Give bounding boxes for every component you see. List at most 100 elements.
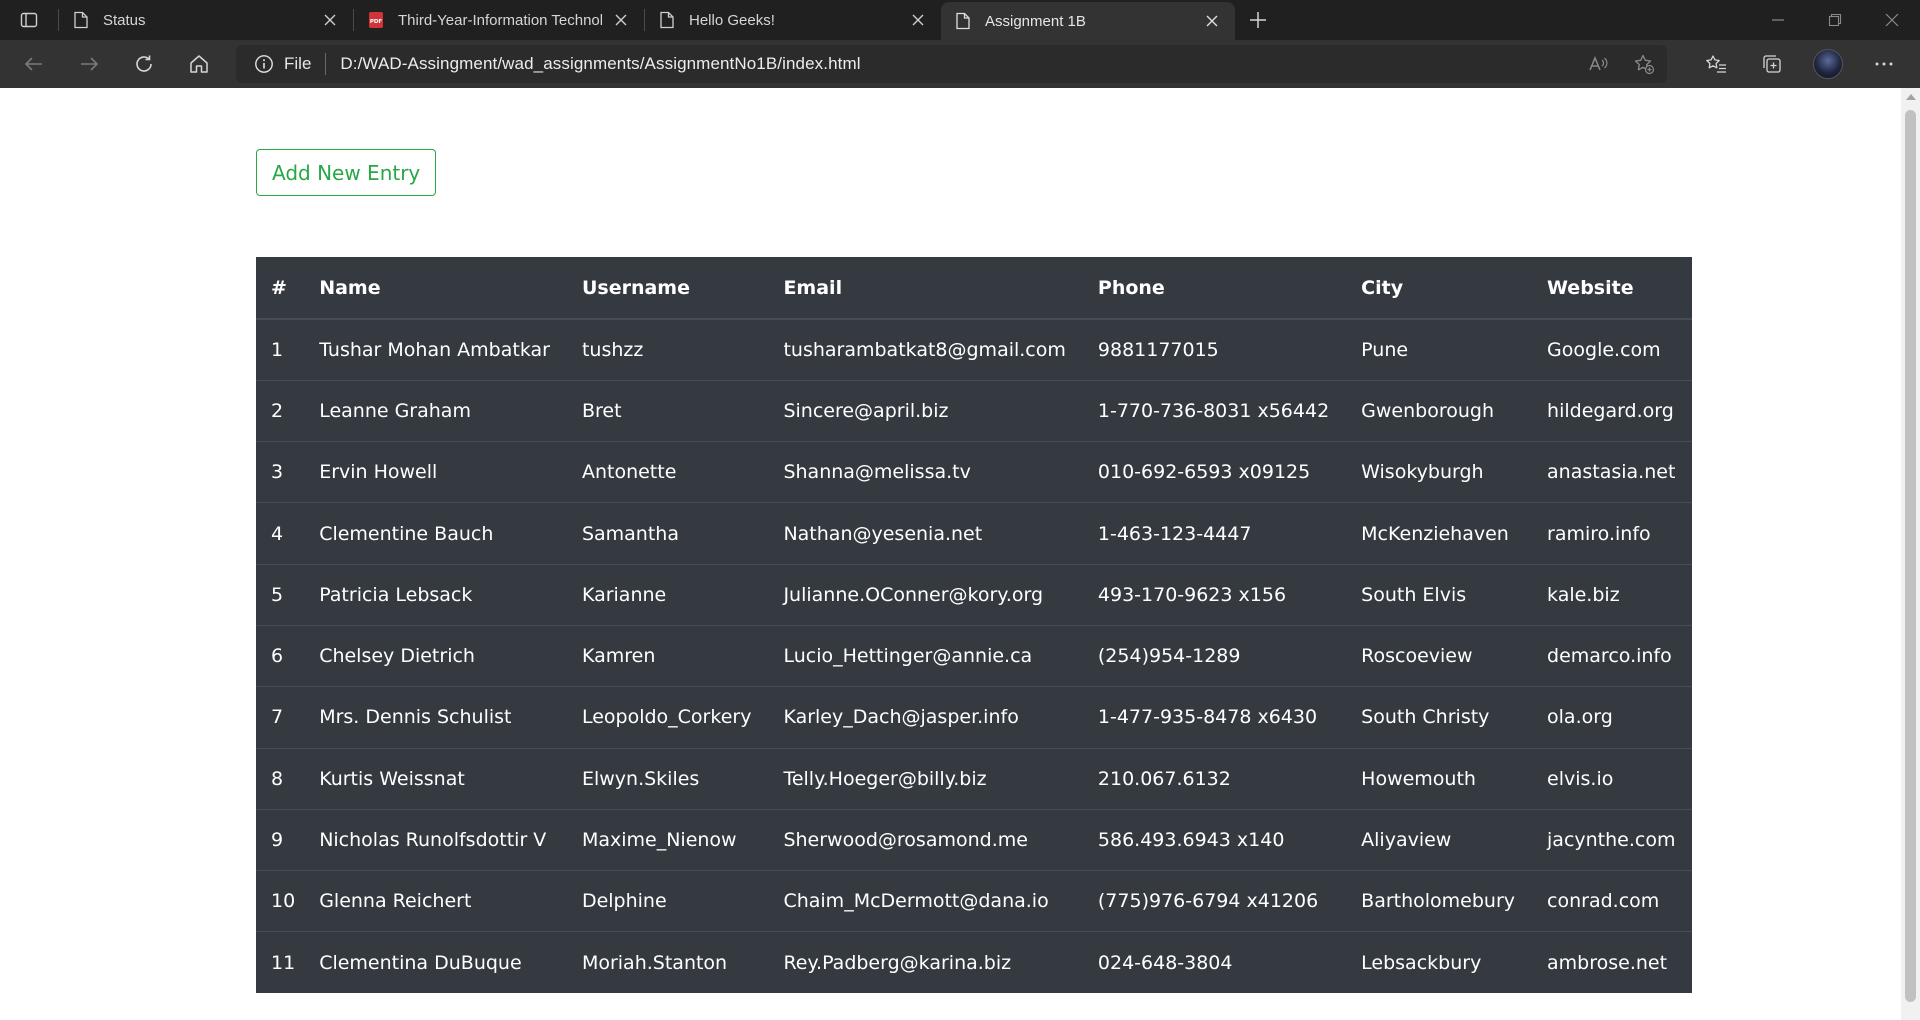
forward-button[interactable] (61, 40, 116, 88)
page-icon (660, 11, 674, 29)
cell-col-website: conrad.com (1531, 870, 1692, 932)
scrollbar-thumb[interactable] (1905, 110, 1916, 1002)
address-bar-actions (1575, 45, 1667, 83)
more-options-icon (1875, 62, 1893, 66)
table-row: 3 Ervin Howell Antonette Shanna@melissa.tv 0… (256, 441, 1692, 503)
table-row: 7 Mrs. Dennis Schulist Leopoldo_Corkery Kar… (256, 686, 1692, 749)
header-col-name: Name (303, 257, 566, 320)
refresh-icon (135, 55, 152, 72)
cell-col-username: Maxime_Nienow (565, 808, 768, 871)
home-icon (189, 55, 208, 73)
restore-button[interactable] (1806, 0, 1863, 40)
minimize-icon (1771, 19, 1784, 21)
cell-col-email: Shanna@melissa.tv (767, 441, 1082, 503)
close-tab-button[interactable] (1201, 10, 1223, 32)
read-aloud-button[interactable] (1575, 45, 1621, 83)
cell-col-website: kale.biz (1531, 563, 1692, 626)
cell-col-city: Lebsackbury (1345, 931, 1532, 994)
cell-col-name: Clementina DuBuque (303, 931, 566, 994)
cell-col-index: 2 (256, 379, 304, 442)
collections-icon (1763, 55, 1781, 73)
cell-col-city: Aliyaview (1345, 808, 1532, 871)
cell-col-email: Julianne.OConner@kory.org (767, 563, 1082, 626)
cell-col-username: Delphine (565, 870, 768, 932)
cell-col-username: Antonette (565, 441, 768, 503)
close-tab-button[interactable] (610, 9, 632, 31)
close-tab-button[interactable] (319, 9, 341, 31)
cell-col-username: Leopoldo_Corkery (565, 686, 768, 749)
cell-col-website: ola.org (1531, 686, 1692, 749)
page-icon (74, 11, 88, 29)
tab-assignment-1b[interactable]: Assignment 1B (941, 2, 1235, 40)
cell-col-username: Kamren (565, 624, 768, 687)
cell-col-username: Bret (565, 379, 768, 442)
cell-col-email: Karley_Dach@jasper.info (767, 686, 1082, 749)
tab-title: Status (103, 11, 146, 29)
header-col-index: # (256, 257, 304, 320)
cell-col-city: McKenziehaven (1345, 502, 1532, 565)
cell-col-email: Lucio_Hettinger@annie.ca (767, 624, 1082, 687)
toolbar-actions (1688, 40, 1912, 88)
close-tab-button[interactable] (907, 9, 929, 31)
page-viewport: Add New Entry # Name Username Email Phone Cit… (0, 88, 1920, 1020)
table-row: 2 Leanne Graham Bret Sincere@april.biz 1-770… (256, 379, 1692, 442)
cell-col-phone: (775)976-6794 x41206 (1081, 870, 1346, 932)
table-row: 1 Tushar Mohan Ambatkar tushzz tusharambatk… (256, 318, 1692, 381)
entries-table: # Name Username Email Phone City Website 1 Tush… (256, 257, 1692, 994)
add-new-entry-button[interactable]: Add New Entry (256, 149, 437, 196)
tab-actions-icon (20, 12, 38, 28)
cell-col-phone: 210.067.6132 (1081, 747, 1346, 810)
favorites-button[interactable] (1688, 40, 1744, 88)
plus-icon (1250, 12, 1266, 28)
cell-col-name: Mrs. Dennis Schulist (303, 686, 566, 749)
cell-col-email: Nathan@yesenia.net (767, 502, 1082, 565)
back-button[interactable] (6, 40, 61, 88)
window-controls (1749, 0, 1920, 40)
header-col-city: City (1345, 257, 1532, 320)
cell-col-name: Clementine Bauch (303, 502, 566, 565)
profile-button[interactable] (1800, 40, 1856, 88)
cell-col-name: Tushar Mohan Ambatkar (303, 318, 566, 381)
minimize-button[interactable] (1749, 0, 1806, 40)
cell-col-username: tushzz (565, 318, 768, 381)
cell-col-website: Google.com (1531, 318, 1692, 381)
new-tab-button[interactable] (1235, 0, 1281, 40)
table-row: 8 Kurtis Weissnat Elwyn.Skiles Telly.Hoeger… (256, 747, 1692, 810)
tab-hello-geeks[interactable]: Hello Geeks! (645, 0, 941, 40)
vertical-scrollbar[interactable] (1901, 88, 1920, 1020)
table-row: 11 Clementina DuBuque Moriah.Stanton Rey.Pa… (256, 931, 1692, 994)
site-info-button[interactable] (254, 54, 274, 74)
settings-menu-button[interactable] (1856, 40, 1912, 88)
cell-col-index: 7 (256, 686, 304, 749)
cell-col-city: Pune (1345, 318, 1532, 381)
table-row: 9 Nicholas Runolfsdottir V Maxime_Nienow Sh… (256, 808, 1692, 871)
home-button[interactable] (171, 40, 226, 88)
collections-button[interactable] (1744, 40, 1800, 88)
url-text[interactable]: D:/WAD-Assingment/wad_assignments/Assign… (340, 54, 860, 74)
cell-col-index: 10 (256, 870, 304, 932)
cell-col-index: 4 (256, 502, 304, 565)
tab-status[interactable]: Status (59, 0, 353, 40)
cell-col-email: Rey.Padberg@karina.biz (767, 931, 1082, 994)
cell-col-city: South Elvis (1345, 563, 1532, 626)
close-icon (912, 14, 924, 26)
tab-pdf-document[interactable]: PDF Third-Year-Information Technolo (354, 0, 644, 40)
add-favorite-button[interactable] (1621, 45, 1667, 83)
refresh-button[interactable] (116, 40, 171, 88)
tab-strip: Status PDF Third-Year-Information Techno… (0, 0, 1920, 40)
cell-col-phone: 010-692-6593 x09125 (1081, 441, 1346, 503)
cell-col-email: Chaim_McDermott@dana.io (767, 870, 1082, 932)
cell-col-phone: 9881177015 (1081, 318, 1346, 381)
tab-title: Assignment 1B (985, 12, 1086, 30)
tab-actions-button[interactable] (0, 0, 58, 40)
table-row: 10 Glenna Reichert Delphine Chaim_McDermott… (256, 870, 1692, 932)
cell-col-username: Elwyn.Skiles (565, 747, 768, 810)
cell-col-name: Leanne Graham (303, 379, 566, 442)
address-bar[interactable]: File D:/WAD-Assingment/wad_assignments/A… (236, 45, 1667, 83)
cell-col-website: elvis.io (1531, 747, 1692, 810)
cell-col-index: 8 (256, 747, 304, 810)
scroll-up-arrow-icon[interactable] (1906, 94, 1916, 100)
cell-col-city: Bartholomebury (1345, 870, 1532, 932)
close-window-button[interactable] (1863, 0, 1920, 40)
header-col-phone: Phone (1081, 257, 1346, 320)
